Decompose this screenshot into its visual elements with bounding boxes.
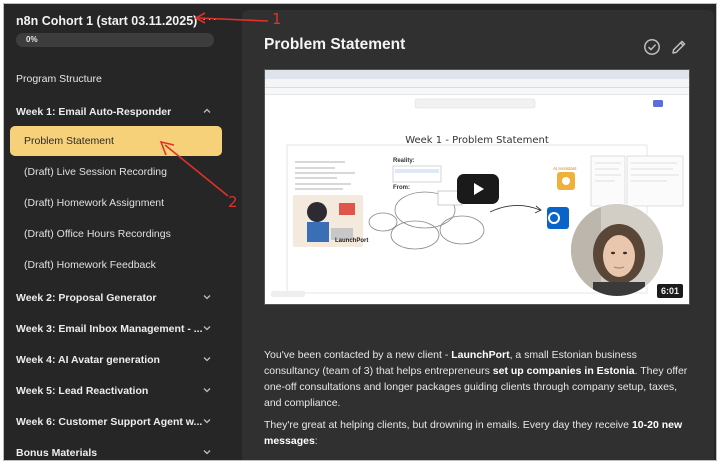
text-span: : <box>314 435 318 447</box>
lesson-title: Problem Statement <box>264 36 406 53</box>
course-sidebar: n8n Cohort 1 (start 03.11.2025) ··· 0% P… <box>4 4 234 460</box>
more-options-button[interactable]: ··· <box>202 11 218 26</box>
lesson-content: Problem Statement Week 1 - Problem State… <box>242 10 714 460</box>
week-label: Week 4: AI Avatar generation <box>16 354 160 366</box>
program-structure-heading: Program Structure <box>16 73 102 85</box>
week-label: Bonus Materials <box>16 447 98 459</box>
slide-ai-assistant-label: AI Assistant <box>553 166 577 171</box>
week-4-header[interactable]: Week 4: AI Avatar generation <box>4 347 234 373</box>
bonus-materials-header[interactable]: Bonus Materials <box>4 440 234 460</box>
bold-span: LaunchPort <box>451 349 510 361</box>
check-circle-icon[interactable] <box>643 38 661 56</box>
chevron-down-icon <box>203 450 211 455</box>
week-6-header[interactable]: Week 6: Customer Support Agent w... <box>4 409 234 435</box>
lesson-homework-assignment[interactable]: (Draft) Homework Assignment <box>10 188 222 218</box>
week-label: Week 3: Email Inbox Management - ... <box>16 323 203 335</box>
lesson-paragraph-2: They're great at helping clients, but dr… <box>264 417 694 449</box>
video-slide-title: Week 1 - Problem Statement <box>405 135 549 146</box>
lesson-label: (Draft) Homework Feedback <box>24 259 156 271</box>
week-5-header[interactable]: Week 5: Lead Reactivation <box>4 378 234 404</box>
chevron-down-icon <box>203 295 211 300</box>
annotation-label-1: 1 <box>272 10 282 28</box>
video-duration: 6:01 <box>656 284 683 298</box>
week-2-header[interactable]: Week 2: Proposal Generator <box>4 285 234 311</box>
app-window: n8n Cohort 1 (start 03.11.2025) ··· 0% P… <box>3 3 717 461</box>
lesson-video-player[interactable]: Week 1 - Problem Statement Reality: From… <box>264 69 690 305</box>
lesson-label: Problem Statement <box>24 135 114 147</box>
lesson-live-session-recording[interactable]: (Draft) Live Session Recording <box>10 157 222 187</box>
annotation-label-2: 2 <box>228 193 238 211</box>
week-1-label: Week 1: Email Auto-Responder <box>16 106 172 118</box>
lesson-problem-statement[interactable]: Problem Statement <box>10 126 222 156</box>
chevron-up-icon <box>203 108 211 113</box>
week-1-header[interactable]: Week 1: Email Auto-Responder <box>4 99 234 125</box>
week-label: Week 6: Customer Support Agent w... <box>16 416 203 428</box>
lesson-label: (Draft) Office Hours Recordings <box>24 228 171 240</box>
course-title: n8n Cohort 1 (start 03.11.2025) <box>16 14 198 28</box>
slide-from-label: From: <box>393 185 410 191</box>
chevron-down-icon <box>203 419 211 424</box>
lesson-label: (Draft) Homework Assignment <box>24 197 165 209</box>
chevron-down-icon <box>203 326 211 331</box>
presenter-webcam <box>570 203 664 297</box>
progress-bar: 0% <box>16 33 214 47</box>
chevron-down-icon <box>203 357 211 362</box>
slide-reality-label: Reality: <box>393 158 415 164</box>
text-span: They're great at helping clients, but dr… <box>264 419 632 431</box>
slide-launchport-label: LaunchPort <box>335 238 369 244</box>
lesson-paragraph-1: You've been contacted by a new client - … <box>264 347 694 411</box>
bold-span: set up companies in Estonia <box>492 365 635 377</box>
week-label: Week 2: Proposal Generator <box>16 292 157 304</box>
play-icon <box>474 183 484 195</box>
lesson-label: (Draft) Live Session Recording <box>24 166 167 178</box>
text-span: You've been contacted by a new client - <box>264 349 452 361</box>
presenter-face-icon <box>571 204 663 296</box>
chevron-down-icon <box>203 388 211 393</box>
week-label: Week 5: Lead Reactivation <box>16 385 149 397</box>
progress-label: 0% <box>26 35 38 44</box>
edit-pencil-icon[interactable] <box>670 38 688 56</box>
lesson-homework-feedback[interactable]: (Draft) Homework Feedback <box>10 250 222 280</box>
week-3-header[interactable]: Week 3: Email Inbox Management - ... <box>4 316 234 342</box>
lesson-office-hours-recordings[interactable]: (Draft) Office Hours Recordings <box>10 219 222 249</box>
play-button[interactable] <box>457 174 499 204</box>
